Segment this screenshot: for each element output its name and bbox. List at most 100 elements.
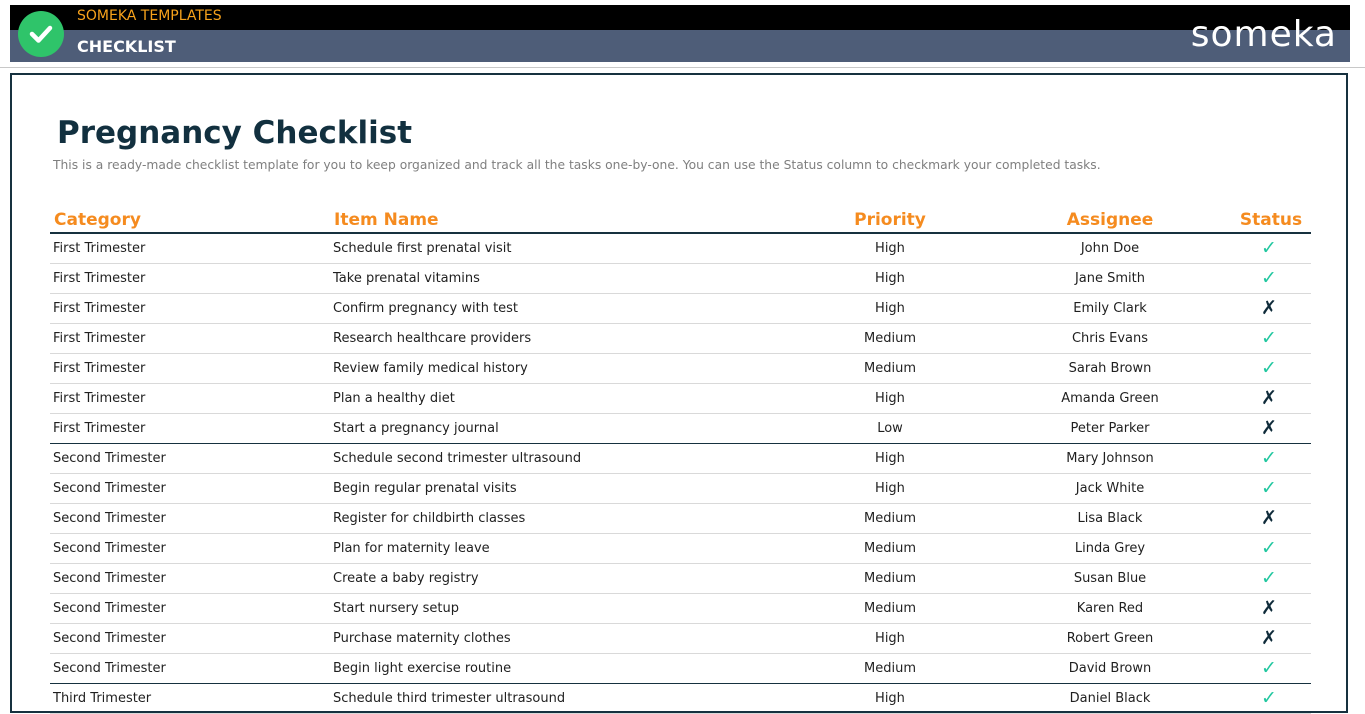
category-cell: First Trimester (53, 241, 146, 256)
item-name-cell: Purchase maternity clothes (333, 631, 511, 646)
assignee-cell: Lisa Black (1077, 511, 1143, 526)
category-cell: First Trimester (53, 301, 146, 316)
page-description: This is a ready-made checklist template … (53, 158, 1101, 172)
status-cross-icon[interactable]: ✗ (1244, 597, 1294, 619)
category-cell: Third Trimester (53, 691, 152, 706)
item-name-cell: Start a pregnancy journal (333, 421, 499, 436)
priority-cell: High (875, 631, 905, 646)
category-cell: Second Trimester (53, 601, 166, 616)
table-row[interactable]: Second Trimester Create a baby registry Me… (50, 564, 1311, 594)
category-cell: First Trimester (53, 391, 146, 406)
item-name-cell: Plan a healthy diet (333, 391, 455, 406)
assignee-cell: Susan Blue (1073, 571, 1147, 586)
someka-logo[interactable]: someka (1191, 14, 1337, 55)
priority-cell: Low (877, 421, 903, 436)
table-row[interactable]: First Trimester Schedule first prenatal v… (50, 234, 1311, 264)
assignee-cell: Emily Clark (1073, 301, 1147, 316)
category-cell: Second Trimester (53, 661, 166, 676)
category-cell: First Trimester (53, 331, 146, 346)
table-row[interactable]: Second Trimester Start nursery setup Mediu… (50, 594, 1311, 624)
item-name-cell: Begin regular prenatal visits (333, 481, 517, 496)
status-check-icon[interactable]: ✓ (1244, 327, 1294, 349)
status-check-icon[interactable]: ✓ (1244, 447, 1294, 469)
table-row[interactable]: Second Trimester Plan for maternity leave… (50, 534, 1311, 564)
category-cell: Second Trimester (53, 481, 166, 496)
item-name-cell: Plan for maternity leave (333, 541, 490, 556)
table-row[interactable]: First Trimester Research healthcare provi… (50, 324, 1311, 354)
brand-label: SOMEKA TEMPLATES (77, 8, 222, 24)
status-check-icon[interactable]: ✓ (1244, 237, 1294, 259)
priority-cell: High (875, 301, 905, 316)
table-row[interactable]: Second Trimester Purchase maternity cloth… (50, 624, 1311, 654)
table-row[interactable]: First Trimester Confirm pregnancy with te… (50, 294, 1311, 324)
item-name-cell: Begin light exercise routine (333, 661, 512, 676)
table-row[interactable]: First Trimester Plan a healthy diet High Am… (50, 384, 1311, 414)
status-check-icon[interactable]: ✓ (1244, 357, 1294, 379)
column-header-assignee[interactable]: Assignee (1030, 210, 1190, 230)
category-cell: Second Trimester (53, 541, 166, 556)
assignee-cell: David Brown (1068, 661, 1152, 676)
assignee-cell: Sarah Brown (1068, 361, 1152, 376)
category-cell: Second Trimester (53, 571, 166, 586)
table-header: Category Item Name Priority Assignee Sta… (50, 207, 1311, 234)
assignee-cell: Mary Johnson (1066, 451, 1154, 466)
item-name-cell: Take prenatal vitamins (333, 271, 480, 286)
table-row[interactable]: First Trimester Start a pregnancy journal… (50, 414, 1311, 444)
item-name-cell: Review family medical history (333, 361, 528, 376)
assignee-cell: Amanda Green (1061, 391, 1159, 406)
priority-cell: High (875, 451, 905, 466)
table-row[interactable]: First Trimester Take prenatal vitamins Hig… (50, 264, 1311, 294)
priority-cell: Medium (864, 601, 916, 616)
assignee-cell: Chris Evans (1071, 331, 1149, 346)
table-row[interactable]: Third Trimester Schedule third trimester … (50, 684, 1311, 714)
status-cross-icon[interactable]: ✗ (1244, 507, 1294, 529)
column-header-priority[interactable]: Priority (840, 210, 940, 230)
item-name-cell: Research healthcare providers (333, 331, 532, 346)
table-row[interactable]: Second Trimester Begin regular prenatal v… (50, 474, 1311, 504)
priority-cell: High (875, 271, 905, 286)
title-bar (10, 30, 1350, 62)
category-cell: Second Trimester (53, 631, 166, 646)
status-cross-icon[interactable]: ✗ (1244, 417, 1294, 439)
assignee-cell: Linda Grey (1074, 541, 1146, 556)
assignee-cell: Peter Parker (1070, 421, 1150, 436)
priority-cell: High (875, 241, 905, 256)
item-name-cell: Register for childbirth classes (333, 511, 526, 526)
status-check-icon[interactable]: ✓ (1244, 537, 1294, 559)
header-divider (0, 67, 1365, 68)
item-name-cell: Schedule second trimester ultrasound (333, 451, 582, 466)
assignee-cell: Jane Smith (1074, 271, 1146, 286)
column-header-category[interactable]: Category (54, 210, 141, 230)
status-cross-icon[interactable]: ✗ (1244, 627, 1294, 649)
check-circle-icon (18, 11, 64, 57)
table-row[interactable]: Second Trimester Begin light exercise rou… (50, 654, 1311, 684)
item-name-cell: Confirm pregnancy with test (333, 301, 519, 316)
item-name-cell: Start nursery setup (333, 601, 460, 616)
status-check-icon[interactable]: ✓ (1244, 267, 1294, 289)
category-cell: First Trimester (53, 361, 146, 376)
status-cross-icon[interactable]: ✗ (1244, 297, 1294, 319)
priority-cell: Medium (864, 571, 916, 586)
column-header-status[interactable]: Status (1236, 210, 1306, 230)
priority-cell: Medium (864, 541, 916, 556)
assignee-cell: Robert Green (1066, 631, 1154, 646)
priority-cell: High (875, 391, 905, 406)
category-cell: First Trimester (53, 421, 146, 436)
table-row[interactable]: First Trimester Review family medical his… (50, 354, 1311, 384)
table-row[interactable]: Second Trimester Register for childbirth … (50, 504, 1311, 534)
status-check-icon[interactable]: ✓ (1244, 687, 1294, 709)
status-cross-icon[interactable]: ✗ (1244, 387, 1294, 409)
item-name-cell: Schedule first prenatal visit (333, 241, 512, 256)
table-row[interactable]: Second Trimester Schedule second trimeste… (50, 444, 1311, 474)
status-check-icon[interactable]: ✓ (1244, 567, 1294, 589)
status-check-icon[interactable]: ✓ (1244, 477, 1294, 499)
assignee-cell: John Doe (1080, 241, 1140, 256)
column-header-item-name[interactable]: Item Name (334, 210, 439, 230)
priority-cell: Medium (864, 361, 916, 376)
status-check-icon[interactable]: ✓ (1244, 657, 1294, 679)
assignee-cell: Daniel Black (1069, 691, 1151, 706)
page-title: Pregnancy Checklist (57, 115, 413, 151)
category-cell: First Trimester (53, 271, 146, 286)
item-name-cell: Schedule third trimester ultrasound (333, 691, 566, 706)
category-cell: Second Trimester (53, 511, 166, 526)
